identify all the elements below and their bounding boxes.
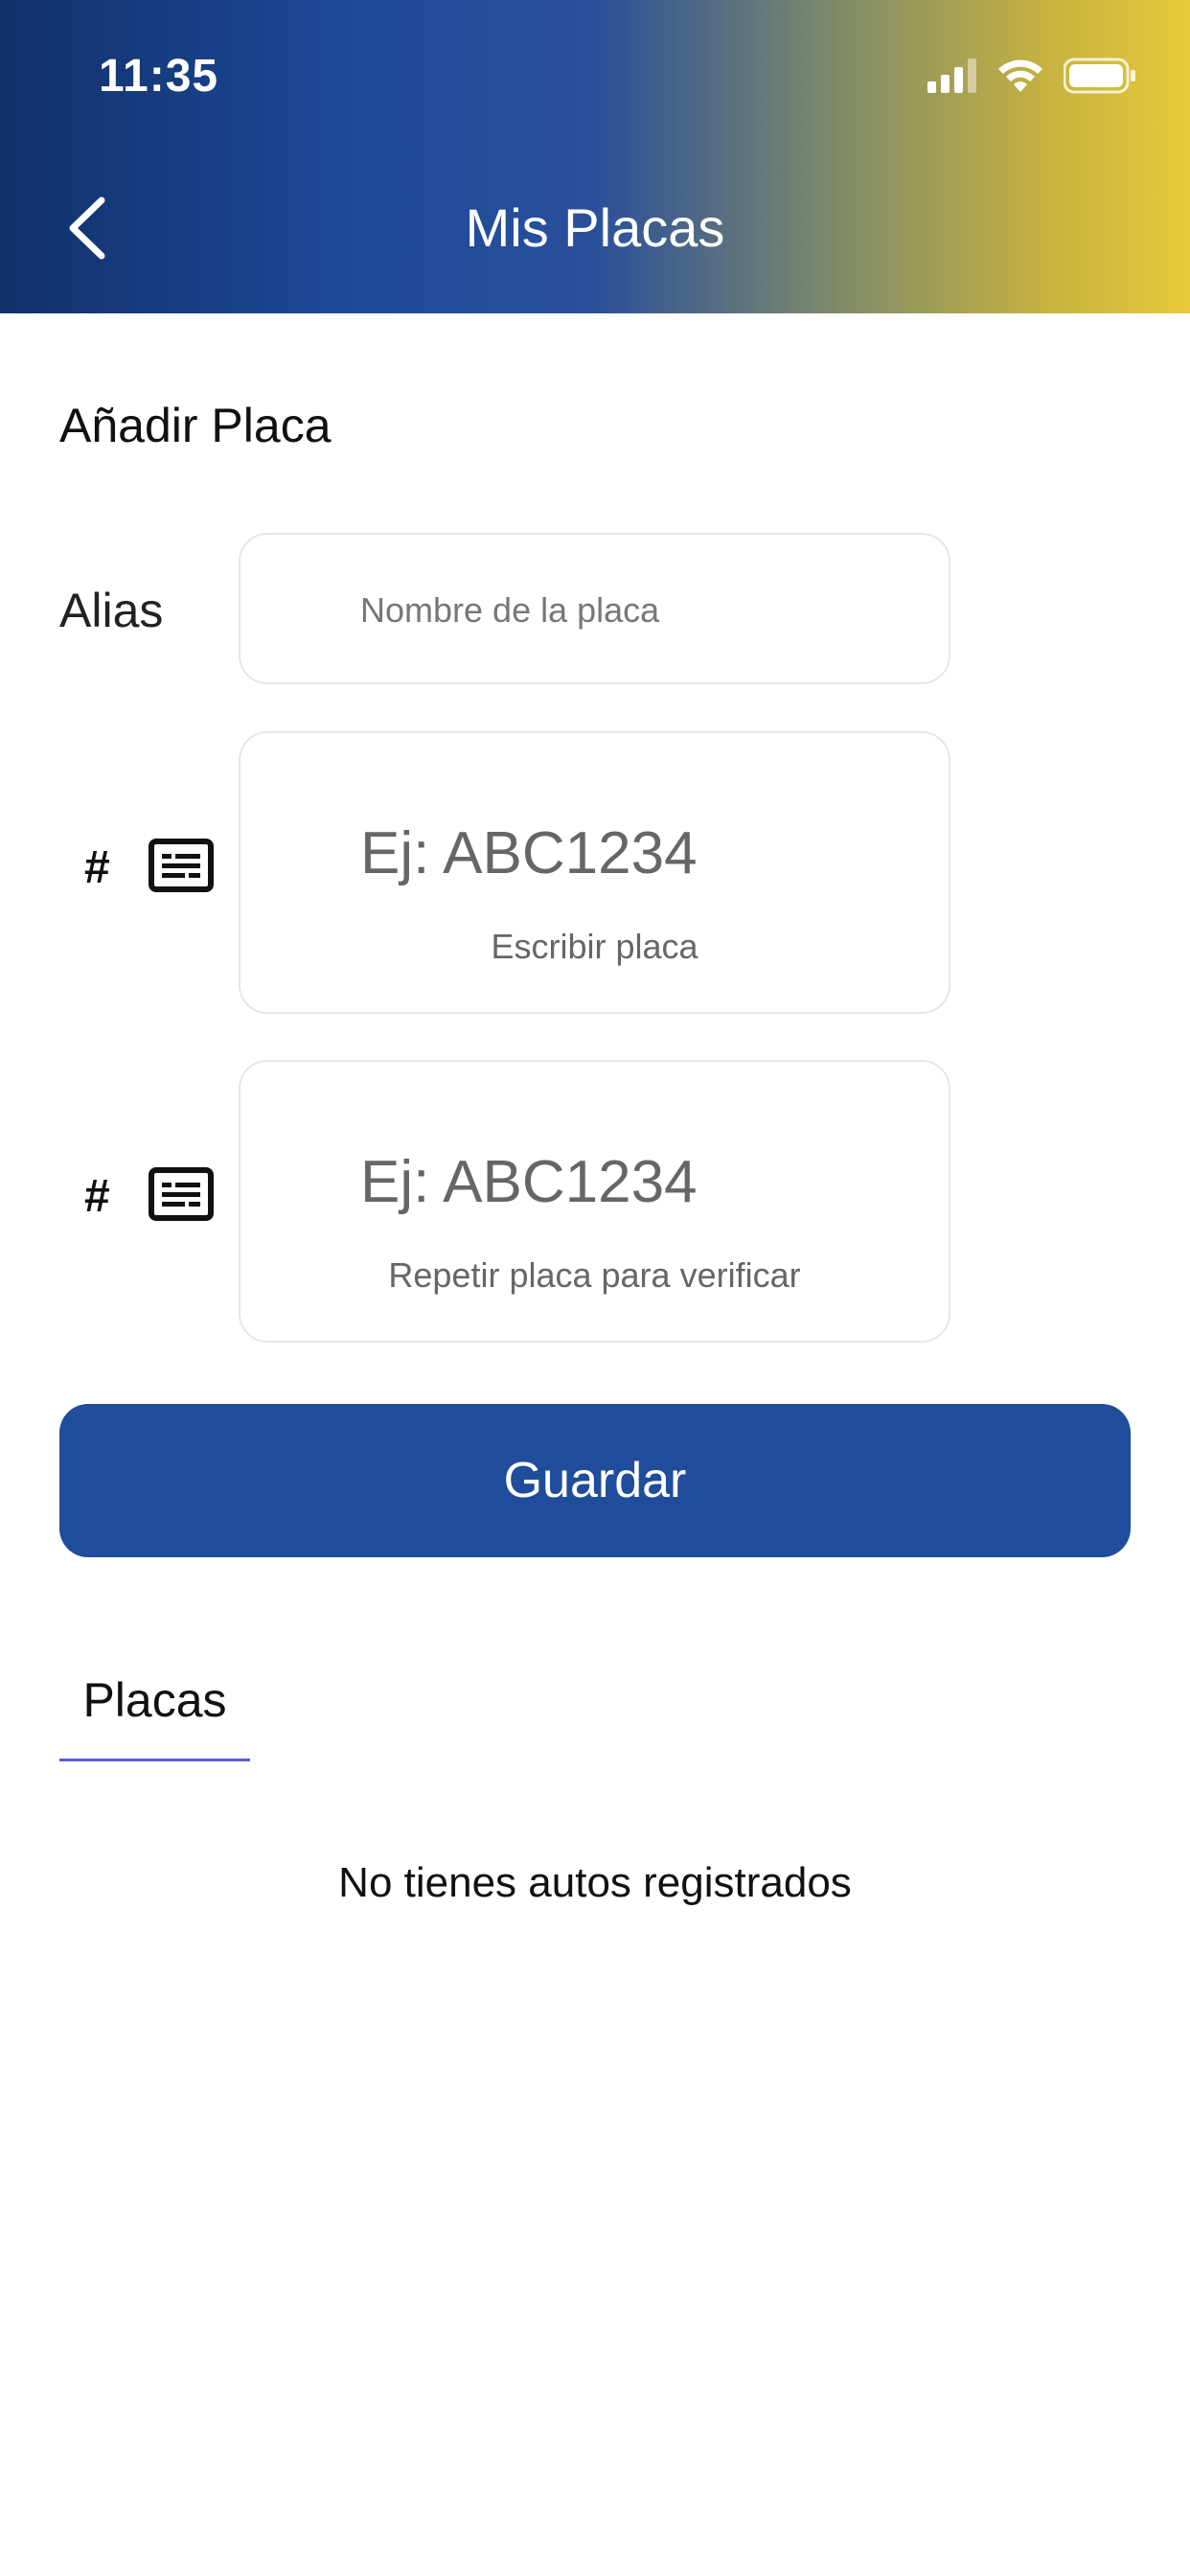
section-title: Añadir Placa xyxy=(59,399,332,452)
status-icons xyxy=(927,58,1136,99)
empty-state-message: No tienes autos registrados xyxy=(338,1859,852,1906)
plate-confirm-caption: Repetir placa para verificar xyxy=(388,1255,801,1295)
app-header: 11:35 Mis Placas xyxy=(0,0,1190,313)
plate-caption: Escribir placa xyxy=(491,927,698,966)
save-button[interactable]: Guardar xyxy=(59,1404,1131,1557)
license-plate-icon xyxy=(148,1167,214,1226)
plate-field-label: # xyxy=(84,839,214,897)
wifi-icon xyxy=(996,58,1044,99)
plate-confirm-placeholder: Ej: ABC1234 xyxy=(360,1149,698,1215)
plate-placeholder: Ej: ABC1234 xyxy=(360,820,698,886)
plate-confirm-input[interactable]: Ej: ABC1234 Repetir placa para verificar xyxy=(239,1060,950,1343)
tab-underline xyxy=(59,1759,250,1761)
hash-symbol: # xyxy=(84,1171,110,1222)
license-plate-icon xyxy=(148,839,214,897)
cellular-signal-icon xyxy=(927,58,977,98)
plate-confirm-field-label: # xyxy=(84,1167,214,1226)
alias-placeholder: Nombre de la placa xyxy=(360,590,660,630)
page-title: Mis Placas xyxy=(465,197,725,258)
hash-symbol: # xyxy=(84,842,110,893)
battery-icon xyxy=(1063,58,1136,99)
alias-label: Alias xyxy=(59,584,164,637)
status-time: 11:35 xyxy=(99,51,219,102)
alias-input[interactable]: Nombre de la placa xyxy=(239,533,950,684)
tab-placas[interactable]: Placas xyxy=(59,1672,250,1728)
plate-input[interactable]: Ej: ABC1234 Escribir placa xyxy=(239,731,950,1014)
